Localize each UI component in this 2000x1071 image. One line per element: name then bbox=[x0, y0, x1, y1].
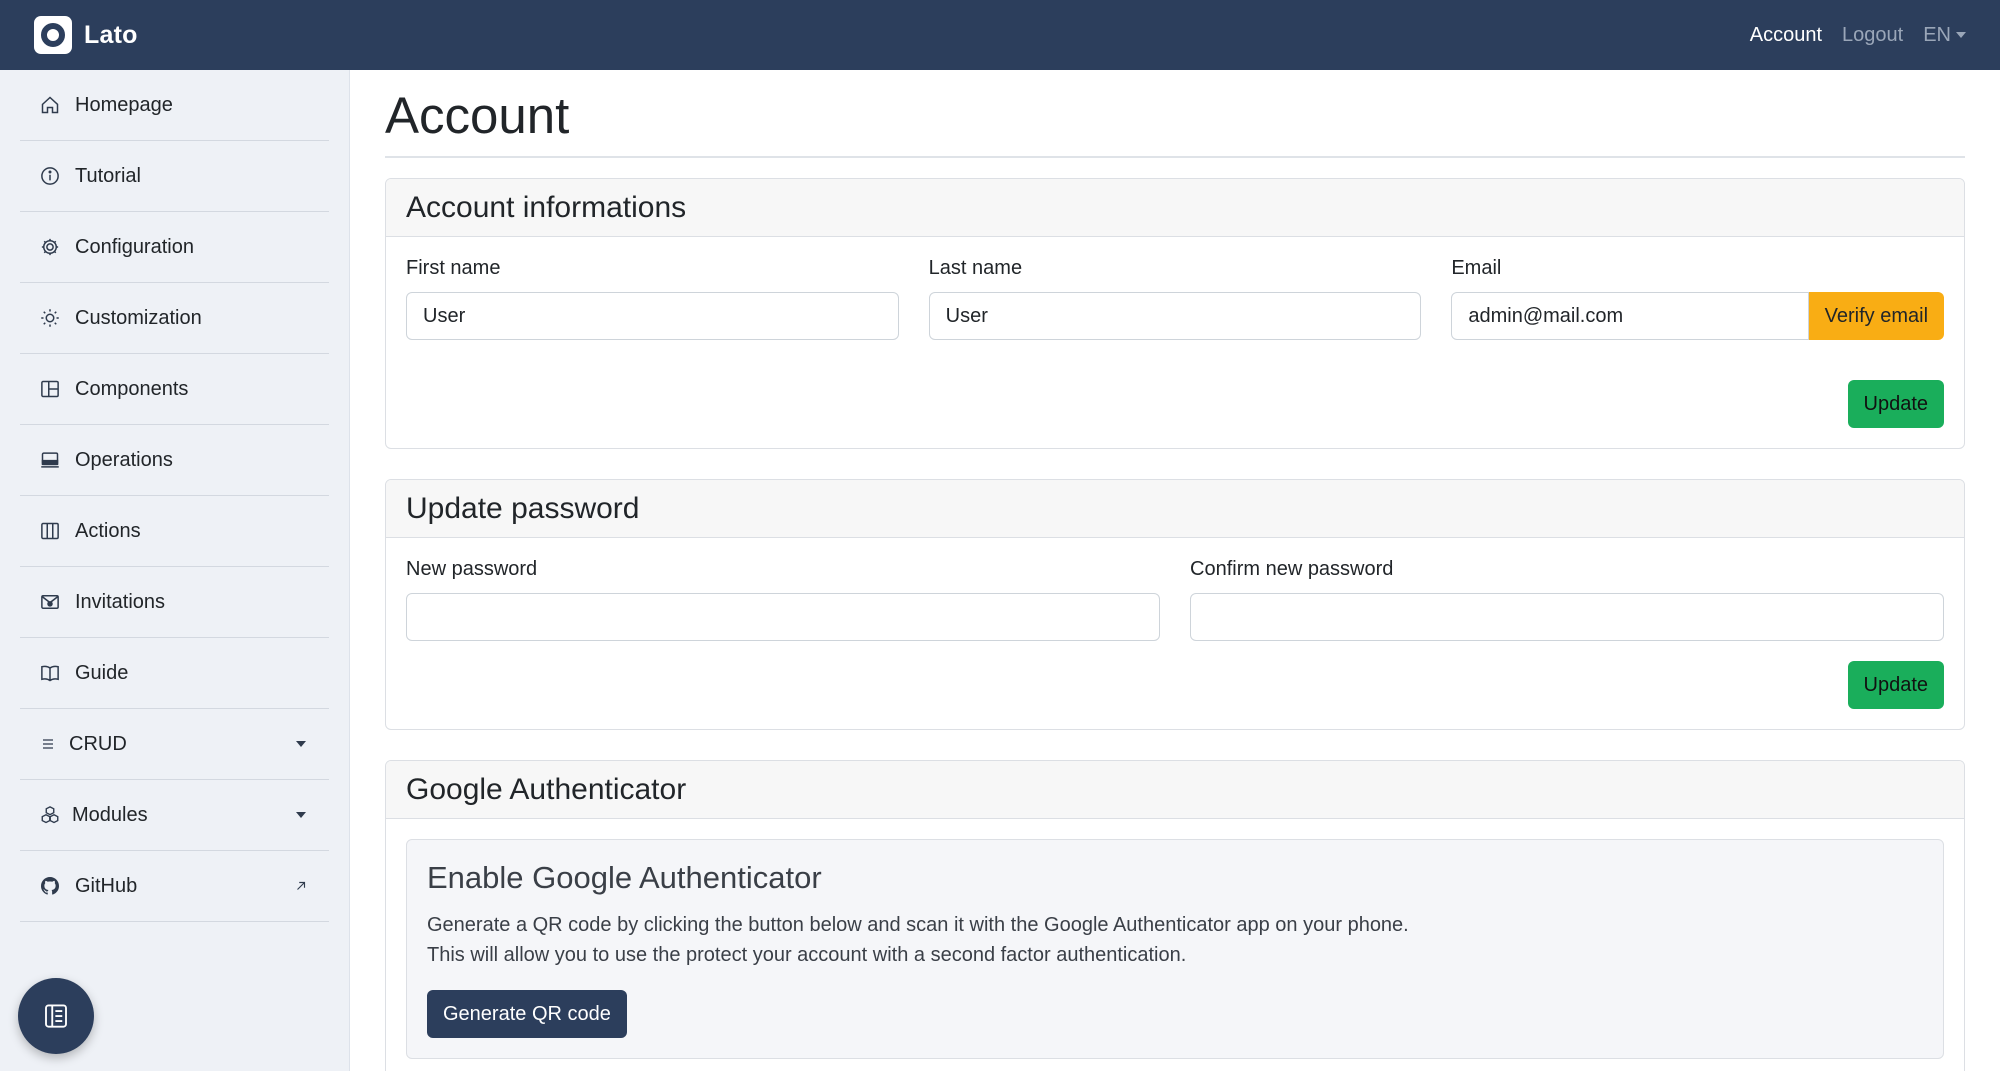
sidebar-item-github[interactable]: GitHub bbox=[20, 851, 329, 922]
book-icon bbox=[40, 663, 60, 683]
verify-email-button[interactable]: Verify email bbox=[1808, 292, 1945, 340]
card-body: New password Confirm new password Update bbox=[386, 538, 1964, 729]
brand[interactable]: Lato bbox=[34, 16, 138, 54]
generate-qr-code-button[interactable]: Generate QR code bbox=[427, 990, 627, 1038]
email-input[interactable] bbox=[1451, 292, 1809, 340]
sidebar-item-configuration[interactable]: Configuration bbox=[20, 212, 329, 283]
enable-2fa-box: Enable Google Authenticator Generate a Q… bbox=[406, 839, 1944, 1059]
sidebar-item-label: Actions bbox=[75, 519, 141, 542]
sidebar: Homepage Tutorial Configuration Customiz… bbox=[0, 70, 350, 1071]
envelope-icon bbox=[40, 592, 60, 612]
list-icon bbox=[40, 734, 56, 754]
google-authenticator-card: Google Authenticator Enable Google Authe… bbox=[385, 760, 1965, 1071]
sidebar-item-crud[interactable]: CRUD bbox=[20, 709, 329, 780]
card-header: Update password bbox=[386, 480, 1964, 538]
navbar-links: Account Logout EN bbox=[1750, 24, 1966, 47]
caret-down-icon bbox=[293, 812, 309, 818]
main-content: Account Account informations First name … bbox=[385, 70, 1965, 1071]
new-password-input[interactable] bbox=[406, 593, 1160, 641]
layout-icon bbox=[40, 379, 60, 399]
email-input-group: Verify email bbox=[1451, 292, 1945, 340]
enable-2fa-description-line1: Generate a QR code by clicking the butto… bbox=[427, 914, 1409, 936]
sidebar-item-label: Modules bbox=[72, 803, 148, 826]
sidebar-item-guide[interactable]: Guide bbox=[20, 638, 329, 709]
sidebar-item-label: Operations bbox=[75, 448, 173, 471]
language-label: EN bbox=[1923, 23, 1951, 46]
sidebar-item-label: GitHub bbox=[75, 874, 138, 897]
sidebar-item-modules[interactable]: Modules bbox=[20, 780, 329, 851]
sidebar-item-customization[interactable]: Customization bbox=[20, 283, 329, 354]
page-title: Account bbox=[385, 70, 1965, 158]
sidebar-item-label: Tutorial bbox=[75, 164, 141, 187]
brand-logo-icon bbox=[34, 16, 72, 54]
update-password-button[interactable]: Update bbox=[1847, 661, 1944, 709]
card-body: Enable Google Authenticator Generate a Q… bbox=[386, 819, 1964, 1071]
caret-down-icon bbox=[293, 741, 309, 747]
sidebar-item-operations[interactable]: Operations bbox=[20, 425, 329, 496]
first-name-label: First name bbox=[406, 257, 501, 279]
enable-2fa-description-line2: This will allow you to use the protect y… bbox=[427, 944, 1187, 966]
sidebar-item-components[interactable]: Components bbox=[20, 354, 329, 425]
new-password-label: New password bbox=[406, 558, 538, 580]
last-name-label: Last name bbox=[928, 257, 1023, 279]
nav-account-link[interactable]: Account bbox=[1750, 24, 1822, 47]
sidebar-item-label: Invitations bbox=[75, 590, 166, 613]
house-icon bbox=[40, 95, 60, 115]
caret-down-icon bbox=[1956, 32, 1966, 38]
brand-name: Lato bbox=[84, 20, 138, 49]
language-dropdown[interactable]: EN bbox=[1923, 24, 1966, 47]
external-link-icon bbox=[293, 879, 309, 893]
card-header: Google Authenticator bbox=[386, 761, 1964, 819]
sun-icon bbox=[40, 308, 60, 328]
sidebar-item-label: Configuration bbox=[75, 235, 194, 258]
boxes-icon bbox=[40, 805, 60, 825]
sidebar-toggle-button[interactable] bbox=[18, 978, 94, 1054]
sidebar-item-label: CRUD bbox=[69, 732, 127, 755]
sidebar-item-label: Customization bbox=[75, 306, 202, 329]
account-info-card: Account informations First name Last nam… bbox=[385, 178, 1965, 449]
sidebar-item-tutorial[interactable]: Tutorial bbox=[20, 141, 329, 212]
sidebar-toggle-icon bbox=[45, 1004, 67, 1028]
sidebar-item-label: Guide bbox=[75, 661, 129, 684]
email-label: Email bbox=[1451, 257, 1502, 279]
update-password-card: Update password New password Confirm new… bbox=[385, 479, 1965, 730]
github-icon bbox=[40, 876, 60, 896]
sidebar-item-label: Components bbox=[75, 377, 189, 400]
gear-icon bbox=[40, 237, 60, 257]
nav-logout-link[interactable]: Logout bbox=[1842, 24, 1903, 47]
sidebar-item-invitations[interactable]: Invitations bbox=[20, 567, 329, 638]
sidebar-item-actions[interactable]: Actions bbox=[20, 496, 329, 567]
confirm-password-input[interactable] bbox=[1190, 593, 1944, 641]
card-header: Account informations bbox=[386, 179, 1964, 237]
update-account-button[interactable]: Update bbox=[1847, 380, 1944, 428]
sidebar-item-label: Homepage bbox=[75, 93, 173, 116]
columns-icon bbox=[40, 521, 60, 541]
top-navbar: Lato Account Logout EN bbox=[0, 0, 2000, 70]
last-name-input[interactable] bbox=[928, 292, 1422, 340]
card-body: First name Last name Email Verify email … bbox=[386, 237, 1964, 448]
confirm-password-label: Confirm new password bbox=[1190, 558, 1394, 580]
sidebar-item-homepage[interactable]: Homepage bbox=[20, 70, 329, 141]
laptop-icon bbox=[40, 450, 60, 470]
first-name-input[interactable] bbox=[406, 292, 899, 340]
enable-2fa-title: Enable Google Authenticator bbox=[427, 860, 822, 895]
info-circle-icon bbox=[40, 166, 60, 186]
